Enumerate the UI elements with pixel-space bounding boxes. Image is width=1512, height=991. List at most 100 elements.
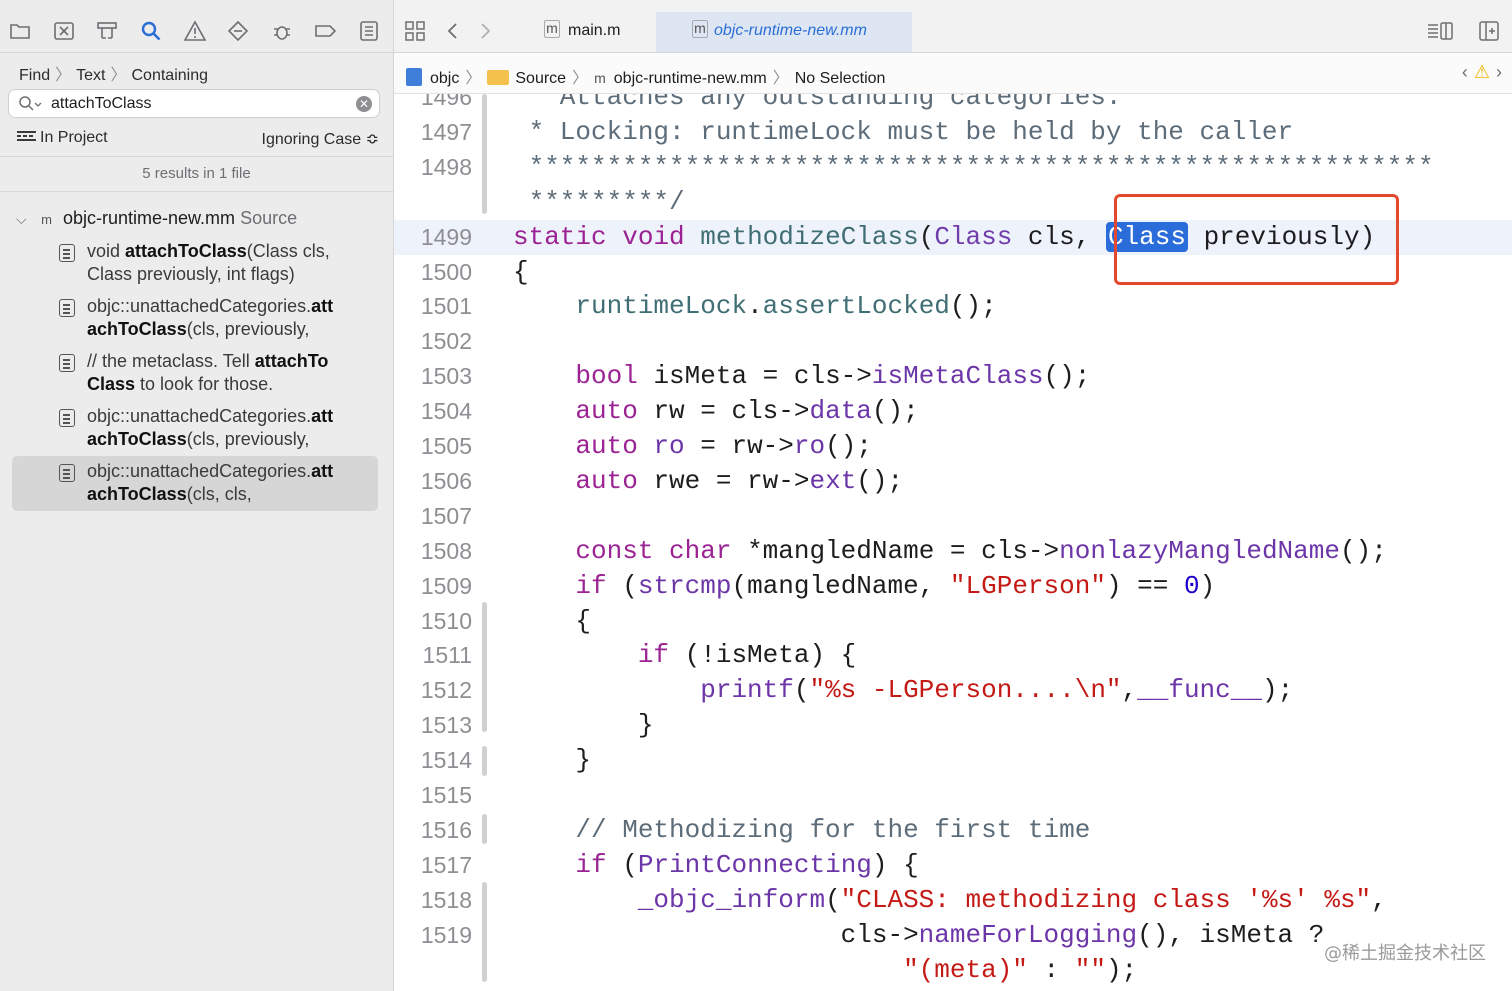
result-text: (cls, previously, (186, 429, 310, 449)
next-issue-icon[interactable]: › (1496, 62, 1502, 82)
code-line[interactable]: 1511 if (!isMeta) { (394, 638, 1512, 673)
code-line[interactable]: 1509 if (strcmp(mangledName, "LGPerson")… (394, 569, 1512, 604)
case-sensitivity-popup[interactable]: Ignoring Case ≎ (262, 129, 379, 149)
line-number[interactable]: 1517 (394, 848, 472, 883)
line-number[interactable]: 1516 (394, 813, 472, 848)
line-number[interactable]: 1513 (394, 708, 472, 743)
code-line[interactable]: 1513 } (394, 708, 1512, 743)
code-line[interactable]: 1503 bool isMeta = cls->isMetaClass(); (394, 359, 1512, 394)
inspector-toggle-icon[interactable] (1426, 20, 1454, 47)
line-number[interactable]: 1508 (394, 534, 472, 569)
code-line[interactable]: 1508 const char *mangledName = cls->nonl… (394, 534, 1512, 569)
line-number[interactable]: 1510 (394, 604, 472, 639)
line-number[interactable]: 1499 (394, 220, 472, 255)
jump-folder[interactable]: Source (515, 70, 566, 87)
code-line[interactable]: 1507 (394, 499, 1512, 534)
line-number[interactable]: 1506 (394, 464, 472, 499)
line-number[interactable]: 1496 (394, 94, 472, 115)
breakpoint-icon[interactable] (313, 19, 337, 43)
folder-icon[interactable] (8, 19, 32, 43)
find-mode-find[interactable]: Find (19, 67, 50, 84)
code-line[interactable]: 1506 auto rwe = rw->ext(); (394, 464, 1512, 499)
disclosure-chevron-down-icon[interactable]: ⌵ (16, 211, 32, 228)
test-diamond-icon[interactable] (226, 19, 250, 43)
result-match: achToClass (87, 484, 187, 504)
result-text: objc::unattachedCategories. (87, 296, 312, 316)
tab-main-m[interactable]: m main.m (524, 12, 654, 52)
line-number[interactable]: 1498 (394, 150, 472, 185)
search-icon[interactable] (139, 19, 163, 43)
find-mode-breadcrumb[interactable]: Find 〉 Text 〉 Containing (19, 61, 208, 85)
code-line[interactable]: 1501 runtimeLock.assertLocked(); (394, 289, 1512, 324)
warning-icon[interactable]: ⚠ (1474, 62, 1490, 82)
result-text: (Class cls, (246, 241, 330, 261)
code-line[interactable]: 1502 (394, 324, 1512, 359)
debug-icon[interactable] (270, 19, 294, 43)
search-options-icon[interactable] (18, 95, 42, 118)
line-number[interactable]: 1501 (394, 289, 472, 324)
jump-project[interactable]: objc (430, 70, 459, 87)
code-line[interactable]: 1504 auto rw = cls->data(); (394, 394, 1512, 429)
scope-selector[interactable]: In Project (17, 129, 108, 147)
code-line[interactable]: 1498 ***********************************… (394, 150, 1512, 185)
search-result-item[interactable]: objc::unattachedCategories.att achToClass… (12, 295, 378, 350)
code-line[interactable]: 1505 auto ro = rw->ro(); (394, 429, 1512, 464)
code-line[interactable]: 1512 printf("%s -LGPerson....\n",__func_… (394, 673, 1512, 708)
line-number[interactable]: 1514 (394, 743, 472, 778)
folder-icon (487, 70, 510, 85)
code-text: if (!isMeta) { (637, 640, 857, 671)
tab-label: objc-runtime-new.mm (714, 22, 867, 39)
code-line[interactable]: 1518 _objc_inform("CLASS: methodizing cl… (394, 883, 1512, 918)
result-match: attachTo (254, 351, 329, 371)
source-control-icon[interactable] (52, 19, 76, 43)
code-line[interactable]: 1516 // Methodizing for the first time (394, 813, 1512, 848)
find-mode-text[interactable]: Text (76, 67, 105, 84)
jump-file[interactable]: objc-runtime-new.mm (614, 70, 767, 87)
code-line[interactable]: 1496 * Attaches any outstanding categori… (394, 94, 1512, 115)
line-number[interactable]: 1497 (394, 115, 472, 150)
code-line[interactable]: 1497 * Locking: runtimeLock must be held… (394, 115, 1512, 150)
symbol-hierarchy-icon[interactable] (95, 19, 119, 43)
line-number[interactable]: 1502 (394, 324, 472, 359)
search-result-item-selected[interactable]: objc::unattachedCategories.att achToClass… (12, 456, 378, 511)
line-number[interactable]: 1509 (394, 569, 472, 604)
search-result-item[interactable]: objc::unattachedCategories.att achToClass… (12, 405, 378, 460)
search-result-item[interactable]: void attachToClass(Class cls, Class previ… (12, 240, 378, 295)
code-text: printf("%s -LGPerson....\n",__func__); (700, 675, 1294, 706)
text-match-icon (59, 464, 75, 482)
line-number[interactable]: 1503 (394, 359, 472, 394)
line-number[interactable]: 1507 (394, 499, 472, 534)
line-number[interactable]: 1512 (394, 673, 472, 708)
source-editor[interactable]: 1496 * Attaches any outstanding categori… (394, 94, 1512, 991)
line-number[interactable]: 1500 (394, 255, 472, 290)
line-number[interactable]: 1505 (394, 429, 472, 464)
result-text: objc::unattachedCategories. (87, 461, 312, 481)
search-result-item[interactable]: // the metaclass. Tell attachTo Class to … (12, 350, 378, 405)
back-chevron-icon[interactable] (446, 20, 460, 47)
line-number[interactable]: 1511 (394, 638, 472, 673)
search-input[interactable]: attachToClass (51, 95, 152, 113)
text-match-icon (59, 244, 75, 262)
line-number[interactable]: 1515 (394, 778, 472, 813)
line-number[interactable]: 1518 (394, 883, 472, 918)
find-mode-containing[interactable]: Containing (132, 67, 209, 84)
result-text: objc::unattachedCategories. (87, 406, 312, 426)
report-icon[interactable] (357, 19, 381, 43)
tab-objc-runtime-new-mm[interactable]: m objc-runtime-new.mm (656, 12, 912, 52)
find-search-field[interactable]: attachToClass ✕ (8, 89, 380, 118)
line-number[interactable]: 1519 (394, 918, 472, 953)
forward-chevron-icon[interactable] (478, 20, 492, 47)
code-line[interactable]: 1517 if (PrintConnecting) { (394, 848, 1512, 883)
code-line[interactable]: 1510 { (394, 604, 1512, 639)
warning-icon[interactable] (183, 19, 207, 43)
clear-search-icon[interactable]: ✕ (356, 96, 372, 112)
result-file-row[interactable]: ⌵ m objc-runtime-new.mm Source (16, 208, 297, 229)
add-editor-icon[interactable] (1478, 20, 1500, 47)
jump-symbol[interactable]: No Selection (795, 70, 886, 87)
code-line[interactable]: 1514 } (394, 743, 1512, 778)
related-items-grid-icon[interactable] (404, 20, 426, 47)
code-line[interactable]: 1515 (394, 778, 1512, 813)
previous-issue-icon[interactable]: ‹ (1462, 62, 1468, 82)
line-number[interactable]: 1504 (394, 394, 472, 429)
code-text: // Methodizing for the first time (513, 814, 1091, 845)
